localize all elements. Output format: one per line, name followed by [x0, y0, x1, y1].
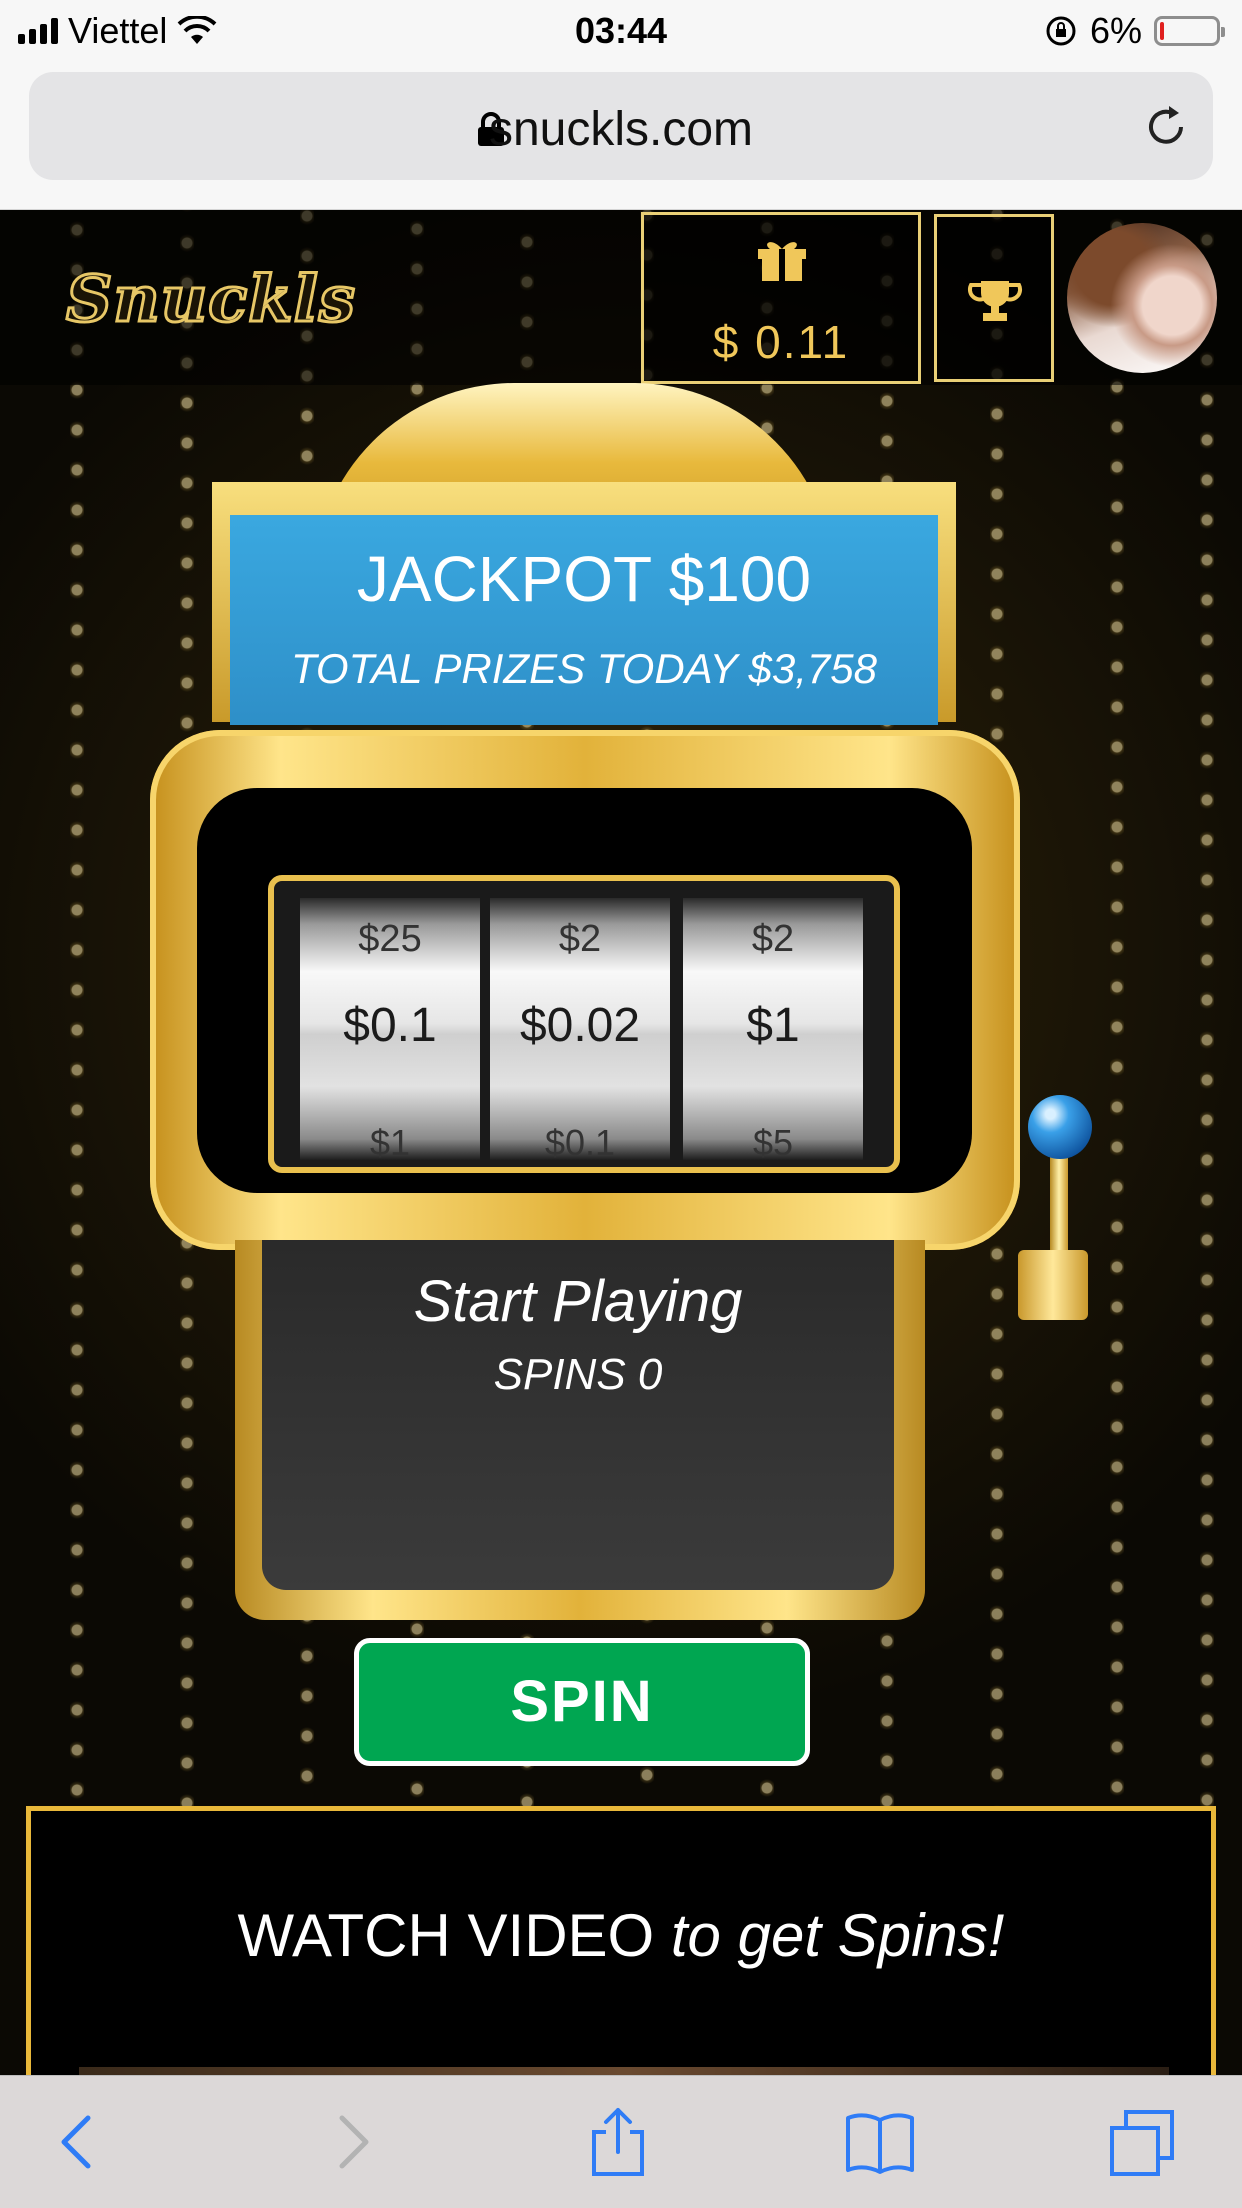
url-text: snuckls.com — [488, 103, 754, 156]
battery-icon — [1154, 16, 1225, 46]
share-icon[interactable] — [582, 2106, 654, 2178]
total-prizes-label: TOTAL PRIZES TODAY $3,758 — [291, 645, 877, 692]
status-right: 6% — [1044, 10, 1225, 52]
watch-video-main: WATCH VIDEO — [237, 1902, 655, 1969]
watch-video-text: WATCH VIDEO to get Spins! — [31, 1901, 1211, 1970]
reel-2-bottom: $0.1 — [544, 1122, 616, 1163]
start-playing-label: Start Playing — [413, 1269, 743, 1334]
reel-2: $2 $0.02 $0.1 — [490, 898, 670, 1163]
reel-1: $25 $0.1 $1 — [300, 898, 480, 1163]
jackpot-label: JACKPOT $100 — [356, 543, 812, 615]
watch-video-panel[interactable]: WATCH VIDEO to get Spins! — [26, 1806, 1216, 2075]
reel-3-top: $2 — [751, 918, 795, 960]
reel-2-top: $2 — [558, 918, 602, 960]
browser-address-area: snuckls.com — [0, 62, 1242, 210]
reel-1-middle: $0.1 — [343, 999, 437, 1052]
address-bar[interactable]: snuckls.com — [29, 72, 1213, 180]
status-bar: Viettel 03:44 6% — [0, 0, 1242, 62]
spin-button[interactable]: SPIN — [354, 1638, 810, 1766]
reel-3-middle: $1 — [746, 999, 800, 1052]
chevron-left-icon[interactable] — [42, 2106, 114, 2178]
reel-3-bottom: $5 — [752, 1122, 794, 1163]
reel-1-bottom: $1 — [369, 1122, 411, 1163]
chevron-right-icon[interactable] — [316, 2106, 388, 2178]
lever-knob[interactable] — [1028, 1095, 1092, 1159]
reel-3: $2 $1 $5 — [683, 898, 863, 1163]
reel-1-top: $25 — [358, 918, 422, 960]
spins-count: SPINS 0 — [493, 1350, 663, 1399]
rotation-lock-icon — [1046, 16, 1076, 46]
web-page: Snuckls $ 0.11 JACKPOT $100 TOTAL PRIZES… — [0, 210, 1242, 2075]
tabs-icon[interactable] — [1106, 2106, 1178, 2178]
book-icon[interactable] — [844, 2106, 916, 2178]
video-thumbnail[interactable] — [79, 2067, 1169, 2075]
watch-video-italic: to get Spins! — [670, 1902, 1005, 1969]
battery-percent: 6% — [1089, 10, 1142, 51]
reload-icon[interactable] — [1141, 102, 1191, 152]
reel-2-middle: $0.02 — [519, 999, 641, 1052]
lever-base — [1018, 1250, 1088, 1320]
browser-toolbar — [0, 2075, 1242, 2208]
slot-machine: JACKPOT $100 TOTAL PRIZES TODAY $3,758 $… — [0, 210, 1242, 1810]
